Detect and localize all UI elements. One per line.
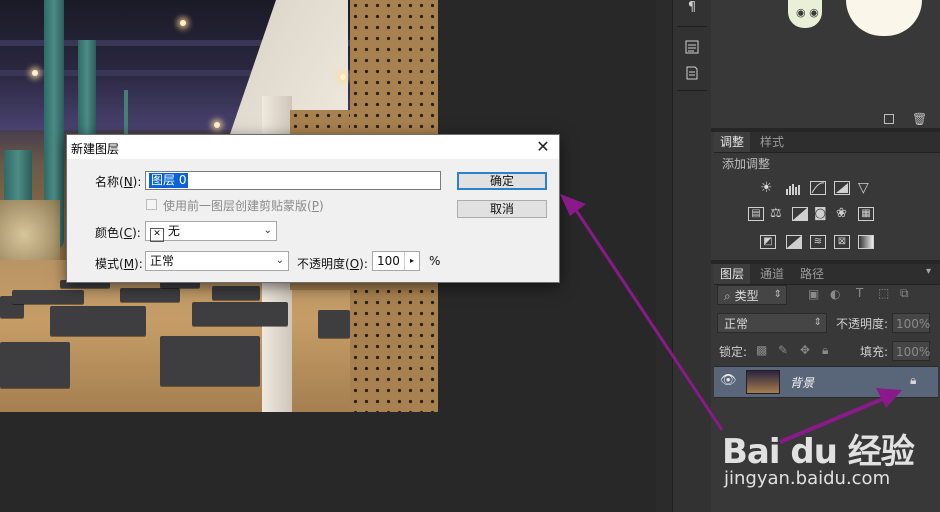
annotation-arrowhead: [560, 194, 586, 216]
annotation-arrow-line: [570, 203, 724, 431]
baidu-watermark-url: jingyan.baidu.com: [724, 468, 891, 489]
annotation-arrowhead: [876, 388, 902, 408]
baidu-watermark-logo: Bai du 经验: [722, 432, 915, 472]
